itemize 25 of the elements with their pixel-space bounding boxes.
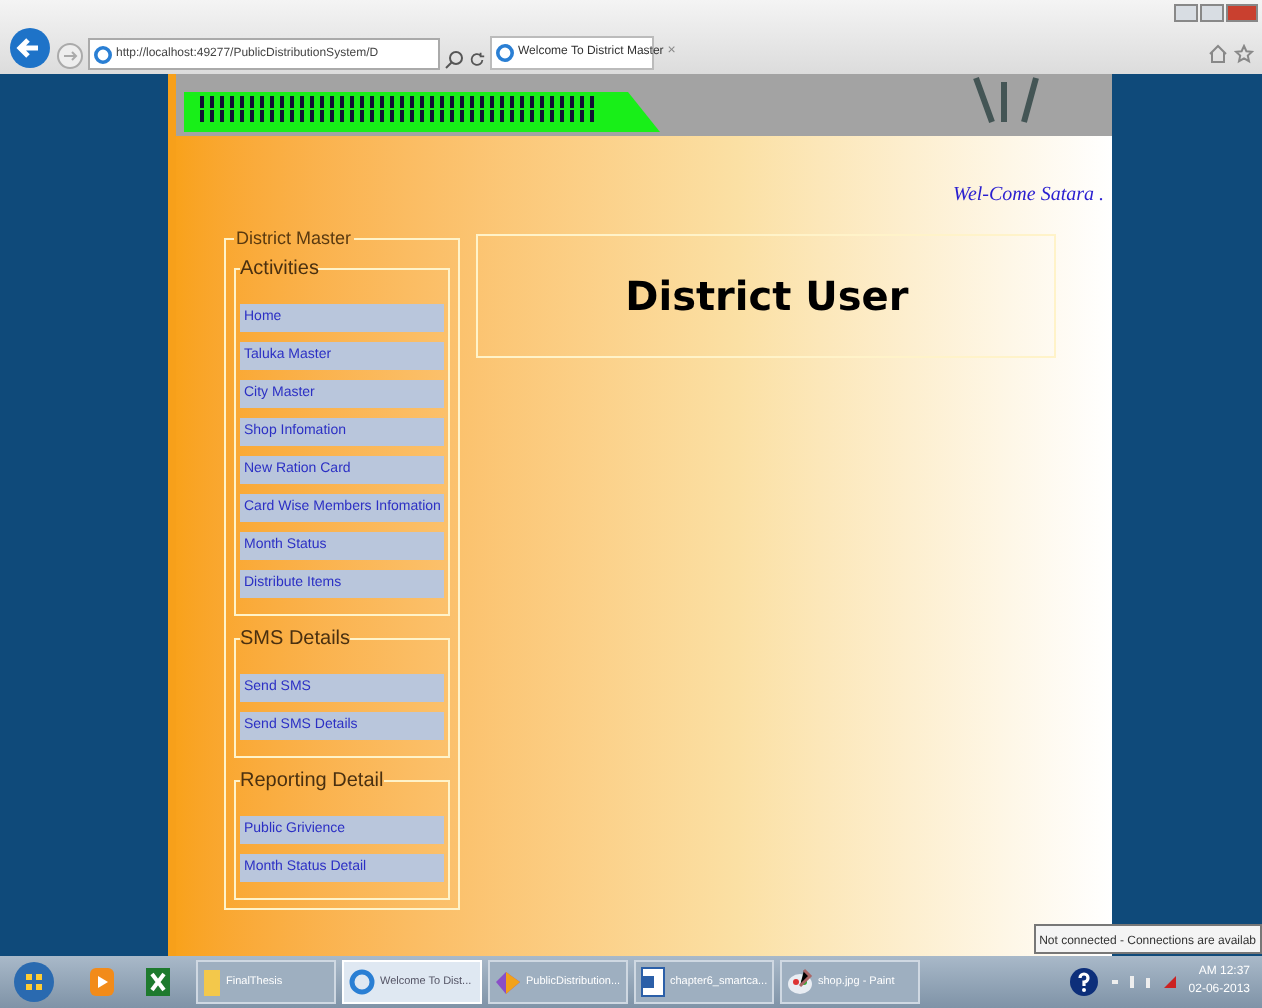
browser-icon [348,968,376,996]
maximize-button[interactable] [1200,4,1224,22]
paint-icon [786,968,814,996]
back-button[interactable] [8,26,52,70]
spreadsheet-icon[interactable] [144,966,172,998]
start-button[interactable] [12,960,56,1004]
browser-icon [496,44,514,62]
minimize-button[interactable] [1174,4,1198,22]
search-icon[interactable] [444,50,464,70]
forward-button[interactable] [56,42,84,70]
browser-icon [94,45,112,63]
folder-icon [202,966,222,998]
group-title: Reporting Detail [240,767,384,795]
panel-title: District Master [234,226,354,252]
home-icon[interactable] [1208,44,1228,64]
group-title: SMS Details [240,625,351,653]
page-heading: District User [625,270,909,324]
document-icon [640,966,666,998]
media-player-icon[interactable] [88,966,116,998]
refresh-icon[interactable] [468,50,486,70]
star-icon[interactable] [1234,44,1254,64]
help-icon[interactable] [1068,966,1101,998]
tray-icons[interactable] [1108,972,1181,992]
group-title: Activities [240,255,319,283]
welcome-text: Wel-Come Satara . [953,182,1104,210]
